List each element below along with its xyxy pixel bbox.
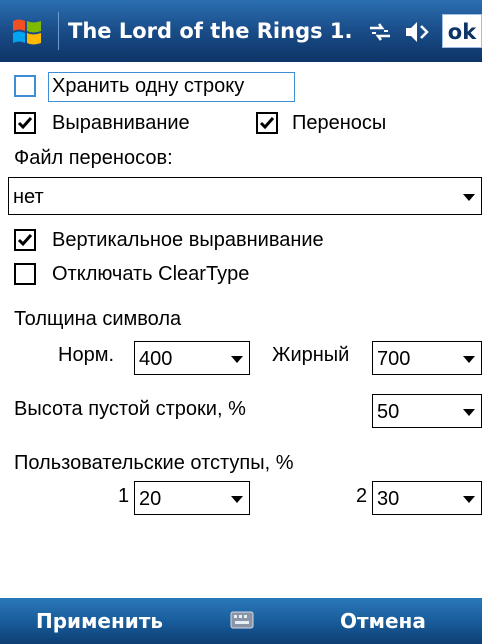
volume-icon[interactable] [402,18,432,46]
hyphen-file-label: Файл переносов: [14,147,173,169]
bold-weight-value: 700 [377,348,411,370]
check-icon [259,117,275,130]
margins-heading: Пользовательские отступы, % [14,452,294,474]
bold-weight-label: Жирный [272,344,350,366]
hyphen-file-value: нет [13,186,44,208]
keep-one-line-checkbox[interactable] [14,75,36,97]
alignment-label: Выравнивание [52,112,190,134]
margin-second-dropdown[interactable]: 30 [372,481,482,515]
keep-one-line-label: Хранить одну строку [52,75,245,97]
window-title: The Lord of the Rings 1. F [68,19,358,43]
chevron-down-icon [463,356,475,363]
title-bar: The Lord of the Rings 1. F ok [0,0,482,62]
margin-second-value: 30 [377,488,400,510]
chevron-down-icon [463,409,475,416]
hyphenation-checkbox[interactable] [256,112,278,134]
empty-line-value: 50 [377,401,400,423]
margin-first-label: 1 [118,485,130,507]
cancel-softkey[interactable]: Отмена [340,608,426,634]
windows-start-icon[interactable] [10,15,44,49]
chevron-down-icon [463,496,475,503]
hyphen-file-dropdown[interactable]: нет [8,177,482,215]
check-icon [17,117,33,130]
vertical-alignment-label: Вертикальное выравнивание [52,229,324,251]
hyphenation-label: Переносы [292,112,387,134]
disable-cleartype-checkbox[interactable] [14,263,36,285]
empty-line-label: Высота пустой строки, % [14,398,246,420]
font-weight-heading: Толщина символа [14,308,182,330]
apply-softkey[interactable]: Применить [36,608,163,634]
chevron-down-icon [231,496,243,503]
softkey-bar: Применить Отмена [0,598,482,644]
title-separator [58,12,59,50]
vertical-alignment-checkbox[interactable] [14,229,36,251]
connectivity-icon[interactable] [368,20,392,44]
chevron-down-icon [463,194,475,201]
normal-weight-dropdown[interactable]: 400 [134,341,250,375]
disable-cleartype-label: Отключать ClearType [52,263,250,285]
ok-button[interactable]: ok [442,14,482,48]
empty-line-dropdown[interactable]: 50 [372,394,482,428]
margin-first-value: 20 [139,488,162,510]
keyboard-icon[interactable] [228,606,256,634]
margin-second-label: 2 [356,485,368,507]
bold-weight-dropdown[interactable]: 700 [372,341,482,375]
normal-weight-value: 400 [139,348,173,370]
check-icon [17,234,33,247]
normal-weight-label: Норм. [58,344,114,366]
chevron-down-icon [231,356,243,363]
margin-first-dropdown[interactable]: 20 [134,481,250,515]
alignment-checkbox[interactable] [14,112,36,134]
